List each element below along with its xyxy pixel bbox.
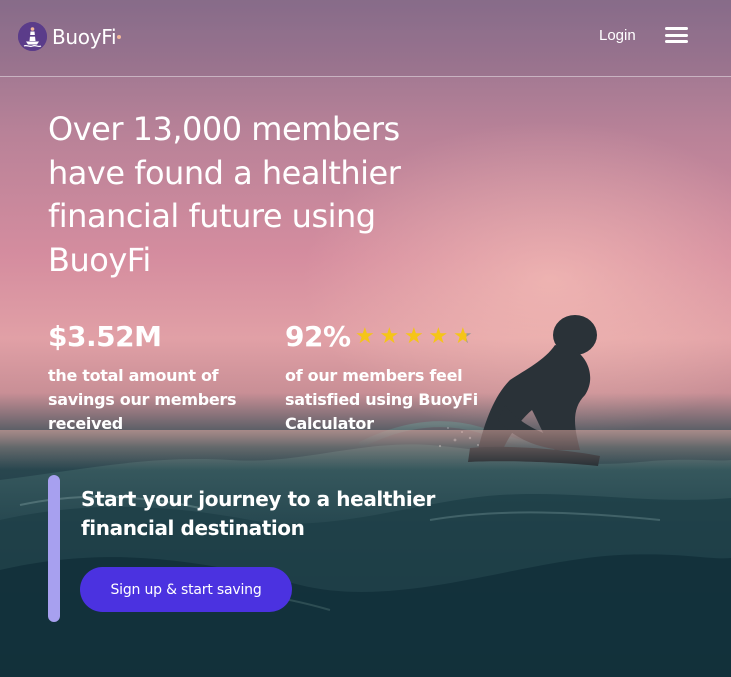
stat-description: of our members feel satisfied using Buoy…: [285, 366, 478, 433]
stat-value: $3.52M: [48, 320, 162, 353]
top-navigation-bar: BuoyFi Login: [0, 0, 731, 77]
signup-button[interactable]: Sign up & start saving: [80, 567, 292, 612]
cta-title: Start your journey to a healthier financ…: [81, 487, 435, 540]
stat-description: the total amount of savings our members …: [48, 366, 237, 433]
horizon-haze: [0, 430, 731, 470]
star-icon: ★: [428, 324, 449, 349]
star-icon: ★: [404, 324, 424, 349]
buoy-logo-icon: [18, 22, 47, 51]
stat-total-savings: $3.52M the total amount of savings our m…: [48, 318, 263, 436]
stat-satisfaction: 92% ★ ★ ★ ★ ★ of our members feel satisf…: [285, 318, 505, 436]
login-link[interactable]: Login: [599, 27, 636, 44]
brand-logo[interactable]: BuoyFi: [18, 22, 122, 51]
star-rating: ★ ★ ★ ★ ★: [355, 326, 478, 348]
brand-dot: [117, 34, 122, 39]
hero-headline: Over 13,000 members have found a healthi…: [48, 110, 401, 279]
cta-accent-bar: [48, 475, 60, 622]
star-icon: ★: [355, 324, 375, 349]
star-icon: ★: [379, 324, 400, 349]
half-star-icon: ★: [453, 326, 478, 348]
brand-name: BuoyFi: [52, 24, 117, 49]
hamburger-menu-icon[interactable]: [665, 27, 691, 47]
